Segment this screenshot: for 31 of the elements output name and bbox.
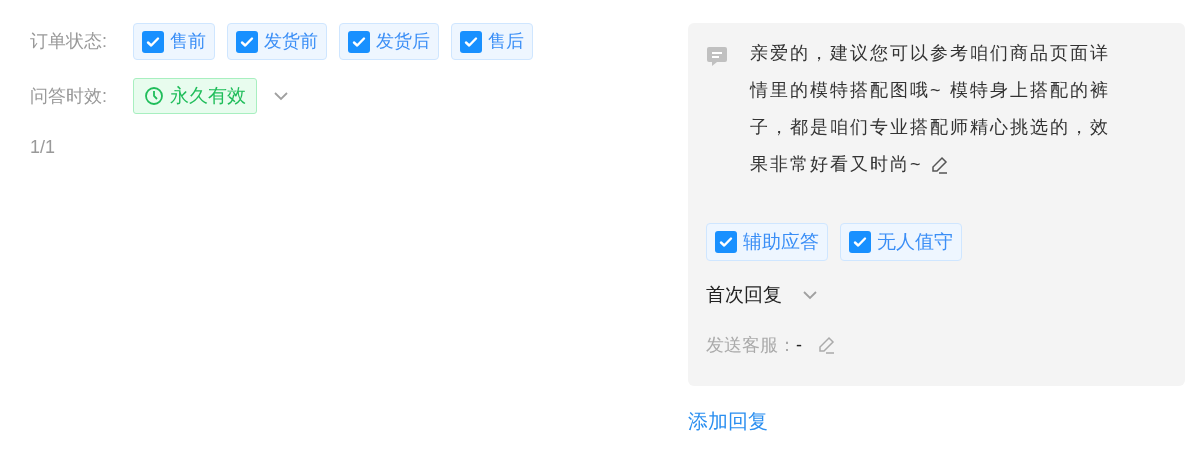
checkbox-tag[interactable]: 辅助应答 bbox=[706, 223, 828, 261]
field-label: 订单状态: bbox=[30, 30, 108, 53]
checkmark-icon bbox=[719, 235, 733, 249]
checkbox[interactable] bbox=[460, 30, 482, 53]
checkbox[interactable] bbox=[715, 231, 737, 253]
reply-message: 亲爱的，建议您可以参考咱们商品页面详情里的模特搭配图哦~ 模特身上搭配的裤子，都是咱们专业搭配师精心挑选的，效果非常好看又时尚~ bbox=[750, 42, 1111, 178]
field-label: 问答时效: bbox=[30, 84, 108, 108]
checkbox-tag[interactable]: 售前 bbox=[133, 23, 215, 60]
checkbox[interactable] bbox=[348, 30, 370, 53]
chevron-down-icon[interactable] bbox=[802, 290, 818, 301]
checkmark-icon bbox=[146, 34, 160, 49]
checkbox-tag[interactable]: 售后 bbox=[451, 23, 533, 60]
checkbox-tag[interactable]: 发货后 bbox=[339, 23, 439, 60]
page-counter: 1/1 bbox=[30, 136, 57, 159]
validity-tag[interactable]: 永久有效 bbox=[133, 78, 257, 114]
field-label: 发送客服： bbox=[706, 333, 796, 357]
checkbox[interactable] bbox=[236, 30, 258, 53]
checkbox[interactable] bbox=[142, 30, 164, 53]
reply-type-select[interactable]: 首次回复 bbox=[706, 281, 782, 310]
checkbox[interactable] bbox=[849, 231, 871, 253]
field-value: - bbox=[796, 333, 802, 357]
checkbox-tag[interactable]: 无人值守 bbox=[840, 223, 962, 261]
checkmark-icon bbox=[240, 34, 254, 49]
add-reply-link[interactable]: 添加回复 bbox=[688, 406, 1185, 436]
checkmark-icon bbox=[352, 34, 366, 49]
checkmark-icon bbox=[853, 235, 867, 249]
checkbox-tag[interactable]: 发货前 bbox=[227, 23, 327, 60]
checkmark-icon bbox=[464, 34, 478, 49]
comment-icon bbox=[706, 45, 728, 67]
clock-icon bbox=[144, 86, 164, 106]
chevron-down-icon[interactable] bbox=[273, 91, 289, 101]
